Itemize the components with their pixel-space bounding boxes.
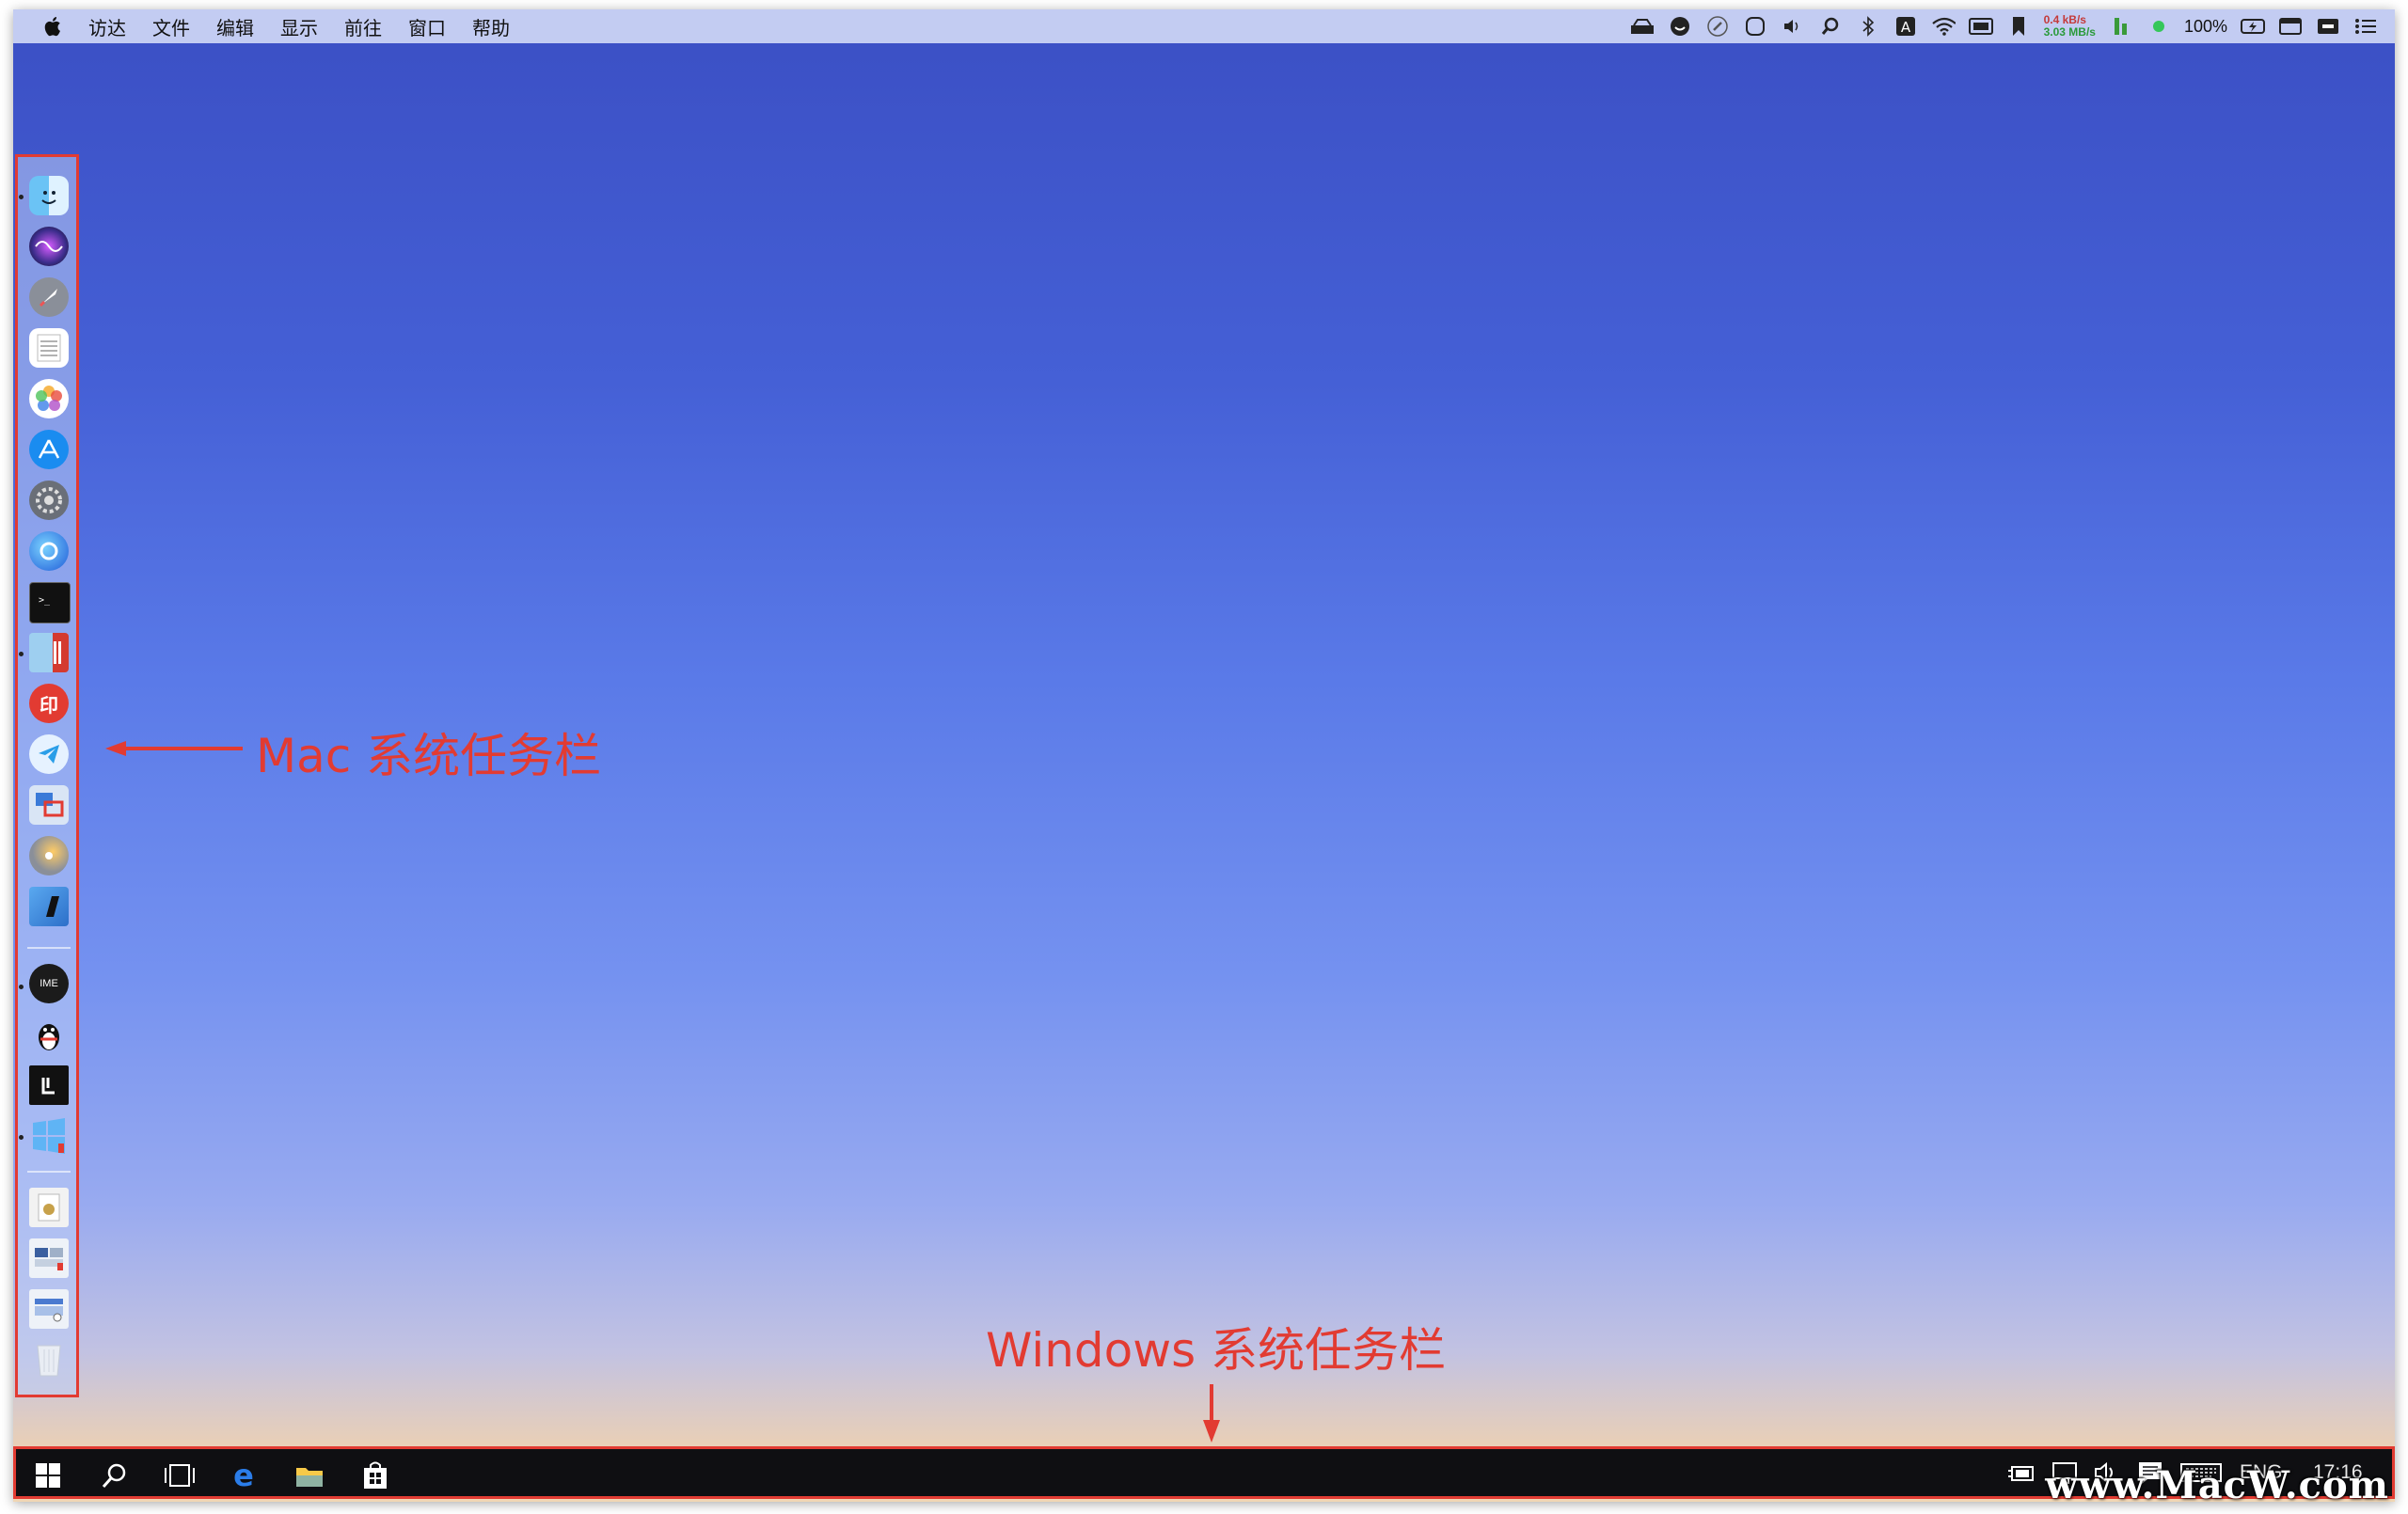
pdf-tool-label: 印 [40,693,58,717]
screenshot-icon[interactable] [29,1238,69,1278]
telegram-icon[interactable] [29,734,69,774]
menu-go[interactable]: 前往 [344,13,382,40]
list-icon[interactable] [2353,14,2378,39]
launchpad-icon[interactable] [29,277,69,317]
green-dot-icon[interactable] [2147,14,2171,39]
svg-text:A: A [1900,19,1910,36]
display-icon[interactable] [1968,14,1993,39]
disk-utility-icon[interactable] [29,836,69,875]
apple-menu-icon[interactable] [40,12,68,40]
xcode-icon[interactable] [29,887,69,926]
edge-icon[interactable]: e [225,1457,262,1494]
volume-icon[interactable] [1781,14,1805,39]
remote-desktop-icon[interactable] [29,785,69,825]
windows-arrow-icon [1203,1384,1220,1443]
running-indicator [19,652,24,656]
mac-menu-bar: 访达 文件 编辑 显示 前往 窗口 帮助 A 0.4 kB/s 3.03 MB/… [13,9,2395,43]
timer-icon[interactable] [1743,14,1767,39]
app-store-icon[interactable] [29,430,69,469]
menu-window[interactable]: 窗口 [408,13,446,40]
bookmark-icon[interactable] [2006,14,2031,39]
running-indicator [19,985,24,989]
menu-view[interactable]: 显示 [280,13,318,40]
mac-arrow-icon [105,741,243,756]
siri-icon[interactable] [29,227,69,266]
desktop: 访达 文件 编辑 显示 前往 窗口 帮助 A 0.4 kB/s 3.03 MB/… [13,9,2395,1502]
bluetooth-icon[interactable] [1856,14,1880,39]
menu-help[interactable]: 帮助 [472,13,510,40]
notes-icon[interactable] [29,328,69,368]
menu-finder[interactable]: 访达 [88,13,126,40]
menu-file[interactable]: 文件 [152,13,190,40]
display-settings-icon[interactable] [29,1289,69,1329]
terminal-icon[interactable]: >_ [29,582,71,623]
store-icon[interactable] [356,1457,394,1494]
firefox-icon[interactable] [29,531,69,571]
photos-icon[interactable] [29,379,69,418]
svg-text:e: e [233,1460,254,1490]
dock-separator [27,1171,71,1173]
parallels-icon[interactable] [29,633,69,672]
ime-icon[interactable]: IME [29,964,69,1003]
windows-taskbar: e ENG 17:16 [13,1446,2395,1499]
dock-separator [27,947,71,949]
running-indicator [19,195,24,199]
windows-icon[interactable] [29,1116,69,1156]
watermark: www.MacW.com [2045,1463,2389,1502]
window-icon[interactable] [2278,14,2303,39]
archive-icon[interactable] [29,1188,69,1227]
mac-taskbar-label: Mac 系统任务栏 [256,729,602,783]
qq-icon[interactable] [29,1015,69,1054]
input-a-icon[interactable]: A [1893,14,1918,39]
net-down-speed: 3.03 MB/s [2043,25,2096,39]
file-explorer-icon[interactable] [291,1457,328,1494]
pdf-tool-icon[interactable]: 印 [29,684,69,723]
mac-dock: >_ 印 IME [15,154,79,1397]
search-icon[interactable] [95,1457,133,1494]
menu-status-area: A 0.4 kB/s 3.03 MB/s 100% [1630,9,2378,43]
system-preferences-icon[interactable] [29,481,69,520]
svg-text:>_: >_ [39,595,51,606]
smiley-icon[interactable] [1668,14,1692,39]
typora-icon[interactable] [29,1065,69,1105]
finder-icon[interactable] [29,176,69,215]
battery-icon[interactable] [2241,14,2265,39]
memory-icon[interactable] [2109,14,2133,39]
search-icon[interactable] [1818,14,1843,39]
menu-edit[interactable]: 编辑 [216,13,254,40]
trash-icon[interactable] [29,1340,69,1380]
network-speed: 0.4 kB/s 3.03 MB/s [2044,14,2096,39]
windows-start-icon[interactable] [29,1457,67,1494]
running-indicator [19,1135,24,1140]
battery-percent: 100% [2183,16,2227,36]
battery-plug-icon[interactable] [2006,1449,2036,1496]
task-view-icon[interactable] [161,1457,198,1494]
windows-taskbar-label: Windows 系统任务栏 [986,1323,1447,1378]
ime-label: IME [40,978,58,989]
pen-icon[interactable] [1705,14,1730,39]
screen-icon[interactable] [2316,14,2340,39]
wifi-icon[interactable] [1931,14,1956,39]
wrench-box-icon[interactable] [1630,14,1655,39]
